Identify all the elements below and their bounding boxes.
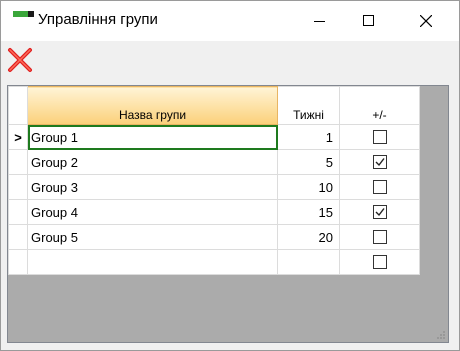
group-name-cell[interactable]: Group 5 bbox=[27, 224, 278, 250]
group-management-window: Управління групи Назва групи Тижні +/- >… bbox=[0, 0, 460, 351]
weeks-cell[interactable]: 10 bbox=[277, 174, 340, 200]
column-header-plus-minus[interactable]: +/- bbox=[339, 86, 420, 125]
row-header[interactable] bbox=[8, 149, 28, 175]
weeks-cell[interactable] bbox=[277, 249, 340, 275]
table-row: Group 2 5 bbox=[8, 149, 420, 175]
minimize-icon bbox=[314, 21, 325, 22]
table-row: Group 4 15 bbox=[8, 199, 420, 225]
weeks-cell[interactable]: 15 bbox=[277, 199, 340, 225]
plus-minus-checkbox[interactable] bbox=[372, 155, 387, 170]
maximize-icon bbox=[363, 15, 374, 26]
check-icon bbox=[375, 158, 385, 167]
window-title: Управління групи bbox=[38, 11, 158, 28]
row-header[interactable] bbox=[8, 224, 28, 250]
check-icon bbox=[375, 208, 385, 217]
row-header[interactable] bbox=[8, 174, 28, 200]
table-row: Group 5 20 bbox=[8, 224, 420, 250]
grid-corner[interactable] bbox=[8, 86, 28, 125]
resize-grip-icon[interactable] bbox=[436, 330, 446, 340]
group-name-cell[interactable]: Group 4 bbox=[27, 199, 278, 225]
row-header[interactable] bbox=[8, 199, 28, 225]
weeks-cell[interactable]: 1 bbox=[277, 124, 340, 150]
plus-minus-checkbox[interactable] bbox=[372, 205, 387, 220]
plus-minus-checkbox[interactable] bbox=[372, 180, 387, 195]
group-name-cell[interactable]: Group 1 bbox=[27, 124, 278, 150]
weeks-cell[interactable]: 20 bbox=[277, 224, 340, 250]
app-icon bbox=[13, 11, 34, 17]
maximize-button[interactable] bbox=[345, 1, 391, 41]
new-row bbox=[8, 249, 420, 275]
column-header-group-name[interactable]: Назва групи bbox=[27, 86, 278, 125]
close-icon bbox=[420, 15, 432, 27]
row-header[interactable] bbox=[8, 249, 28, 275]
table-row: > Group 1 1 bbox=[8, 124, 420, 150]
red-x-icon bbox=[8, 48, 32, 72]
groups-grid[interactable]: Назва групи Тижні +/- > Group 1 1 Group bbox=[7, 85, 449, 343]
plus-minus-checkbox[interactable] bbox=[372, 255, 387, 270]
weeks-cell[interactable]: 5 bbox=[277, 149, 340, 175]
table-row: Group 3 10 bbox=[8, 174, 420, 200]
group-name-cell[interactable]: Group 3 bbox=[27, 174, 278, 200]
minimize-button[interactable] bbox=[297, 1, 343, 41]
toolbar bbox=[1, 41, 459, 81]
close-button[interactable] bbox=[403, 1, 449, 41]
plus-minus-checkbox[interactable] bbox=[372, 230, 387, 245]
delete-button[interactable] bbox=[6, 46, 34, 74]
group-name-cell[interactable]: Group 2 bbox=[27, 149, 278, 175]
plus-minus-checkbox[interactable] bbox=[372, 130, 387, 145]
title-bar: Управління групи bbox=[1, 1, 459, 41]
current-row-marker[interactable]: > bbox=[8, 124, 28, 150]
group-name-cell[interactable] bbox=[27, 249, 278, 275]
column-header-weeks[interactable]: Тижні bbox=[277, 86, 340, 125]
